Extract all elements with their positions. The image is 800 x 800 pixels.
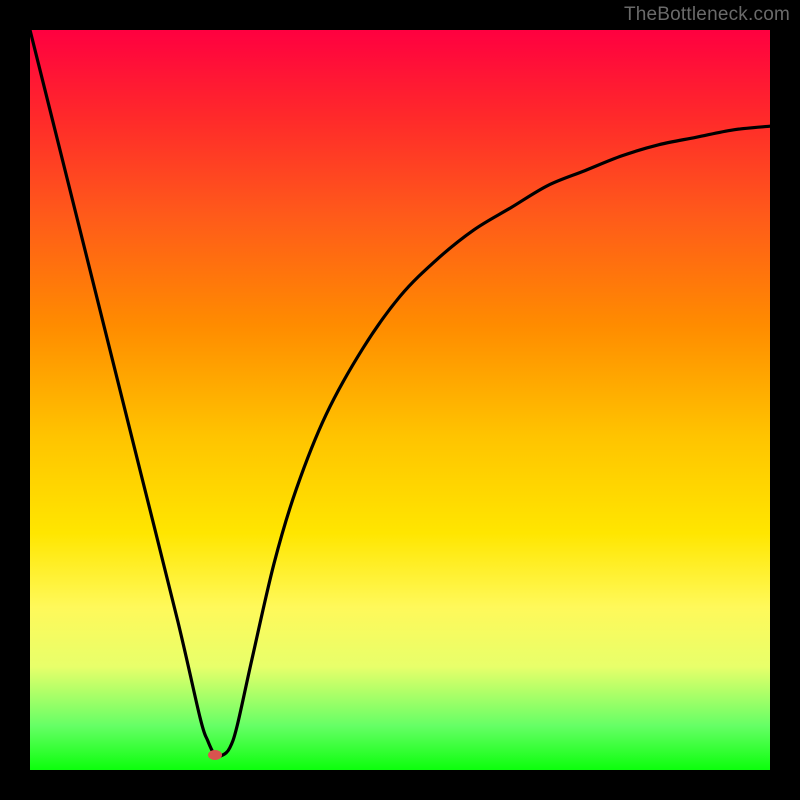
bottleneck-curve bbox=[30, 30, 770, 770]
chart-frame: TheBottleneck.com bbox=[0, 0, 800, 800]
plot-area bbox=[30, 30, 770, 770]
optimal-point-marker bbox=[208, 750, 222, 760]
attribution-text: TheBottleneck.com bbox=[624, 4, 790, 26]
